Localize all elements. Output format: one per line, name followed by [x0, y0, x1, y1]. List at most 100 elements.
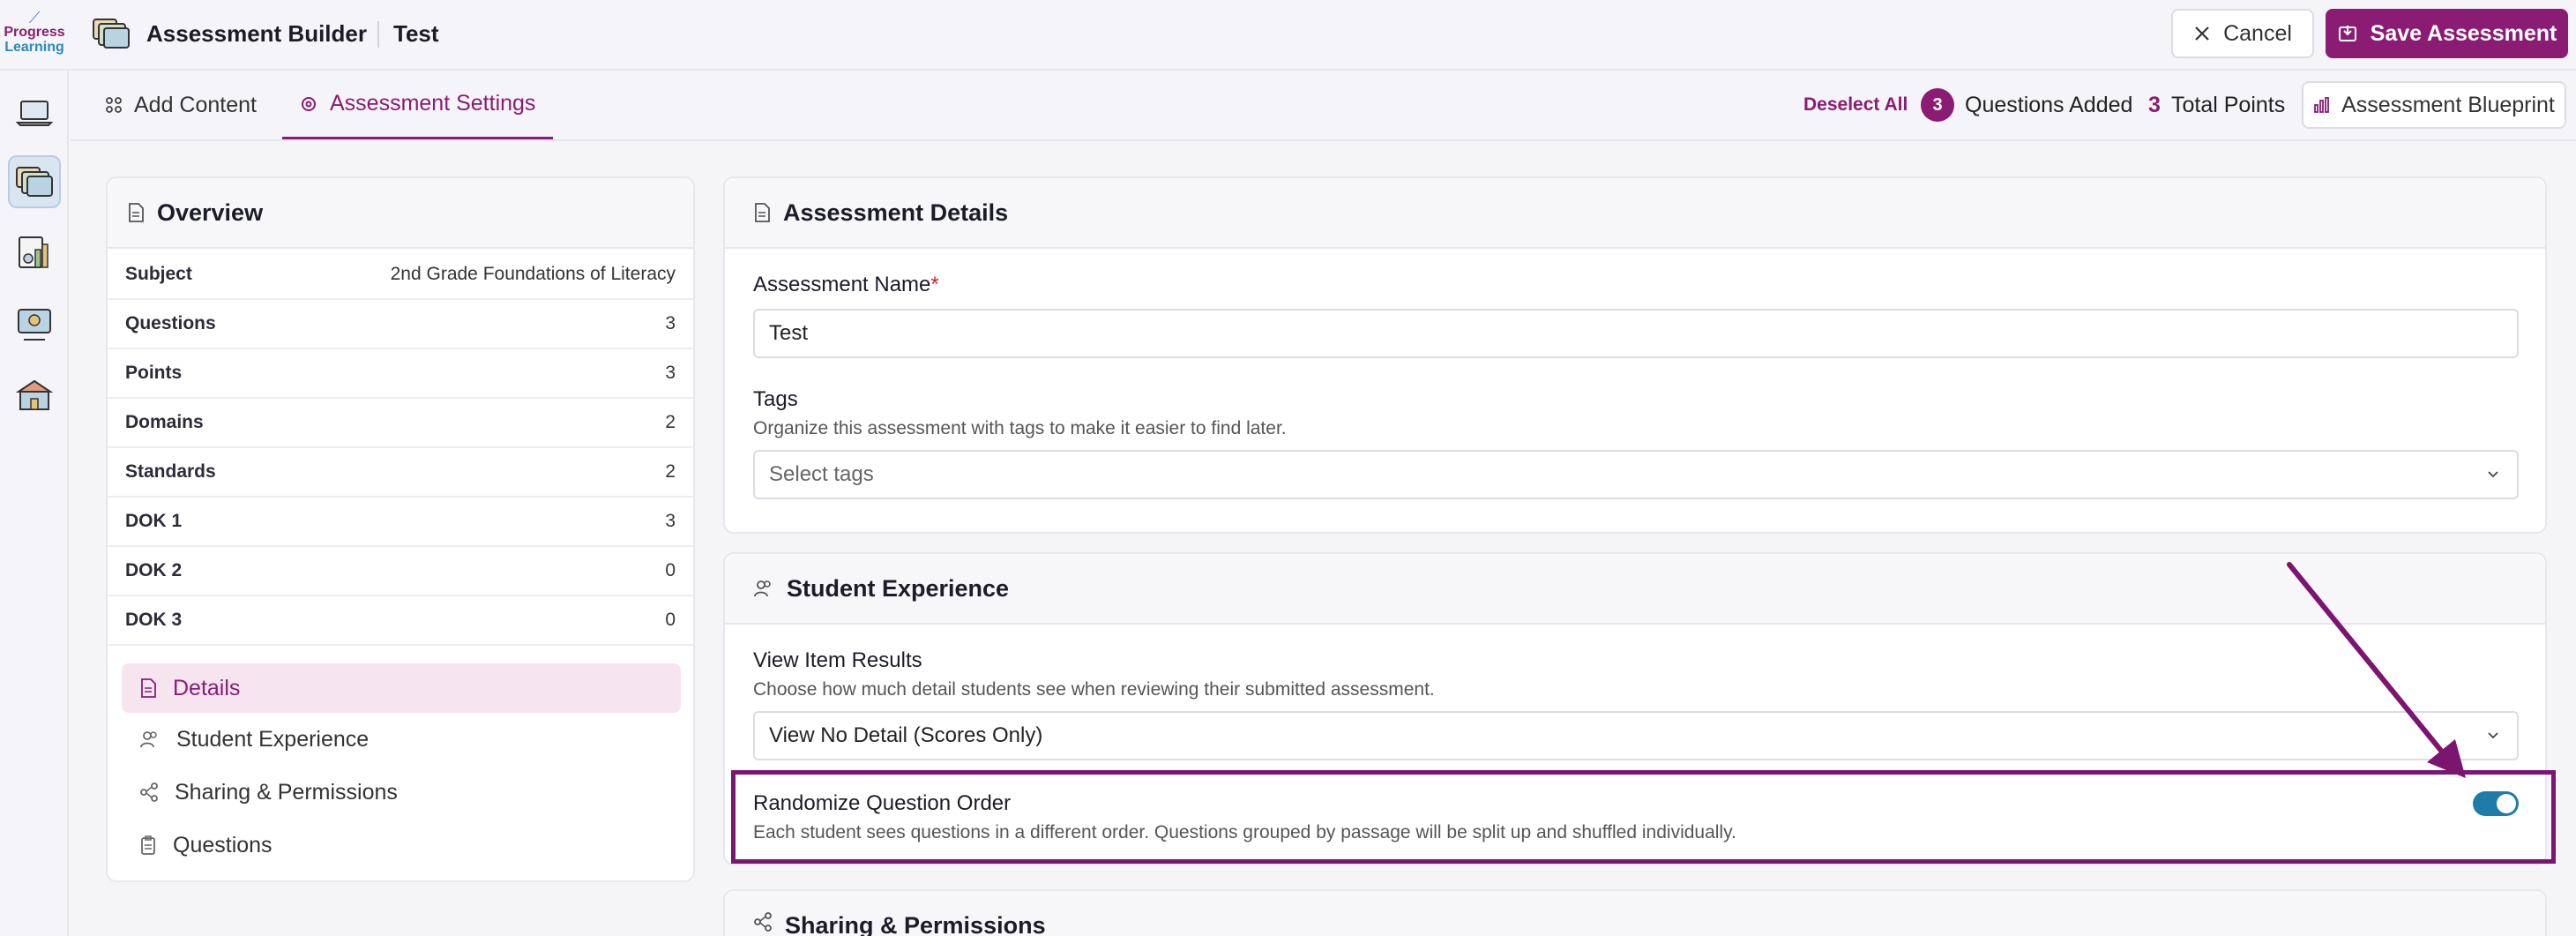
row-value: 2 [665, 461, 676, 482]
rail-laptop-item[interactable] [8, 86, 61, 139]
view-item-results-select[interactable]: View No Detail (Scores Only) [753, 711, 2519, 760]
row-value: 3 [665, 511, 676, 531]
assessment-details-header: Assessment Details [725, 178, 2545, 249]
overview-row: Points 3 [108, 349, 693, 399]
total-points-count: 3 [2148, 93, 2161, 117]
overview-row: DOK 2 0 [108, 547, 693, 596]
reports-icon [19, 236, 49, 268]
cancel-label: Cancel [2223, 20, 2292, 46]
annotation-highlight-box [731, 770, 2556, 864]
sharing-permissions-title: Sharing & Permissions [785, 912, 1046, 936]
document-icon [129, 203, 144, 222]
overview-row: Domains 2 [108, 399, 693, 448]
sharing-permissions-header: Sharing & Permissions [725, 891, 2545, 936]
row-key: Points [125, 363, 183, 383]
row-value: 0 [665, 560, 676, 580]
nav-label: Sharing & Permissions [175, 779, 398, 805]
assessment-name-input[interactable]: Test [753, 309, 2519, 358]
required-marker: * [930, 273, 939, 296]
title-divider [377, 21, 379, 48]
settings-icon [302, 96, 316, 111]
row-value: 2 [665, 412, 676, 432]
overview-row: DOK 1 3 [108, 498, 693, 547]
nav-item-student-experience[interactable]: Student Experience [122, 715, 681, 764]
sharing-permissions-card: Sharing & Permissions [723, 889, 2547, 936]
row-key: DOK 2 [125, 560, 183, 580]
overview-row: Questions 3 [108, 300, 693, 349]
view-item-results-hint: Choose how much detail students see when… [753, 679, 1435, 700]
save-icon [2338, 26, 2356, 41]
share-icon [754, 912, 772, 932]
rail-school-item[interactable] [8, 369, 61, 422]
assessment-name-label: Assessment Name* [753, 272, 939, 298]
close-icon [2195, 26, 2209, 41]
assessment-name-value: Test [769, 321, 809, 345]
chevron-down-icon [2488, 732, 2498, 739]
logo-line-2: Learning [4, 40, 64, 55]
tab-label: Assessment Settings [330, 91, 536, 116]
row-key: Questions [125, 313, 216, 333]
total-points-label: Total Points [2171, 93, 2286, 117]
share-icon [140, 782, 158, 802]
tab-add-content[interactable]: Add Content [106, 71, 257, 139]
logo-spark-icon: ⟋ [28, 9, 41, 26]
cancel-button[interactable]: Cancel [2171, 9, 2314, 58]
overview-header: Overview [108, 178, 693, 249]
grid-icon [106, 97, 122, 113]
save-label: Save Assessment [2370, 20, 2557, 46]
document-icon [755, 203, 770, 222]
view-item-results-label: View Item Results [753, 648, 922, 672]
tab-assessment-settings[interactable]: Assessment Settings [282, 71, 554, 139]
document-icon [141, 678, 156, 698]
row-value: 2nd Grade Foundations of Literacy [390, 264, 676, 284]
left-rail [0, 71, 69, 936]
bar-chart-icon [2314, 97, 2330, 113]
assessment-details-card: Assessment Details Assessment Name* Test… [723, 176, 2547, 534]
nav-item-details[interactable]: Details [122, 663, 681, 713]
row-key: DOK 3 [125, 610, 183, 630]
blueprint-label: Assessment Blueprint [2341, 92, 2555, 117]
row-key: Subject [125, 264, 192, 284]
save-assessment-button[interactable]: Save Assessment [2326, 9, 2568, 58]
assessment-title: Test [393, 20, 439, 47]
lesson-icon [18, 309, 51, 341]
questions-added-label: Questions Added [1965, 93, 2133, 117]
users-icon [754, 580, 771, 597]
overview-row: DOK 3 0 [108, 596, 693, 646]
top-bar: ⟋ Progress Learning Assessment Builder T… [0, 0, 2576, 71]
student-experience-title: Student Experience [787, 574, 1010, 602]
overview-row: Standards 2 [108, 448, 693, 498]
row-key: Standards [125, 461, 216, 482]
student-experience-header: Student Experience [725, 554, 2545, 625]
overview-title: Overview [157, 198, 264, 226]
tags-hint: Organize this assessment with tags to ma… [753, 418, 1287, 438]
progress-learning-logo[interactable]: ⟋ Progress Learning [4, 9, 65, 60]
app-title: Assessment Builder [146, 20, 367, 47]
rail-reports-item[interactable] [8, 228, 61, 281]
rail-lesson-item[interactable] [8, 298, 61, 351]
nav-label: Details [173, 675, 241, 700]
nav-item-sharing-permissions[interactable]: Sharing & Permissions [122, 768, 681, 817]
nav-label: Questions [173, 832, 273, 857]
school-icon [15, 379, 54, 410]
overview-row: Subject 2nd Grade Foundations of Literacy [108, 251, 693, 300]
users-icon [140, 731, 157, 748]
tags-select[interactable]: Select tags [753, 450, 2519, 499]
laptop-icon [16, 101, 53, 126]
nav-label: Student Experience [176, 726, 370, 752]
logo-line-1: Progress [4, 25, 65, 40]
assessment-blueprint-button[interactable]: Assessment Blueprint [2302, 81, 2566, 129]
deselect-all-link[interactable]: Deselect All [1803, 92, 1908, 118]
assessment-details-title: Assessment Details [783, 198, 1009, 226]
row-key: DOK 1 [125, 511, 183, 531]
overview-card: Overview Subject 2nd Grade Foundations of… [106, 176, 695, 882]
rail-assessment-builder-item[interactable] [8, 155, 61, 208]
assessment-builder-icon [16, 167, 53, 197]
row-value: 3 [665, 313, 676, 333]
tags-placeholder: Select tags [769, 462, 874, 486]
nav-item-questions[interactable]: Questions [122, 820, 681, 870]
row-value: 3 [665, 363, 676, 383]
tab-label: Add Content [134, 92, 257, 117]
tags-label: Tags [753, 387, 798, 411]
assessment-builder-icon [93, 19, 130, 49]
